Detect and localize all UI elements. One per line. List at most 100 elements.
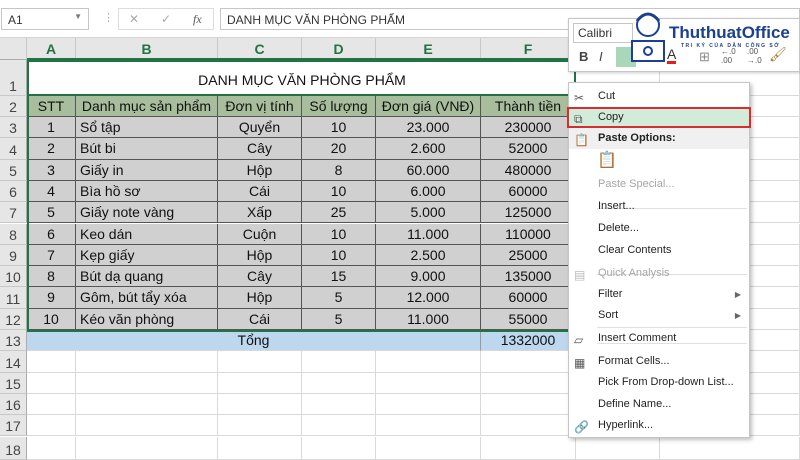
cell[interactable] — [302, 415, 376, 436]
row-header[interactable]: 15 — [0, 373, 27, 394]
cell[interactable] — [27, 415, 76, 436]
data-cell[interactable]: Bút bi — [76, 138, 218, 159]
cell[interactable] — [660, 437, 800, 460]
column-header[interactable]: D — [302, 38, 376, 60]
data-cell[interactable]: 230000 — [481, 117, 576, 138]
cell[interactable] — [481, 437, 576, 460]
data-cell[interactable]: 60.000 — [376, 160, 481, 181]
data-cell[interactable]: 10 — [302, 117, 376, 138]
data-cell[interactable]: 8 — [302, 160, 376, 181]
column-label-cell[interactable]: STT — [27, 96, 76, 117]
chevron-down-icon[interactable]: ▼ — [74, 12, 82, 21]
data-cell[interactable]: 60000 — [481, 181, 576, 202]
row-header[interactable]: 2 — [0, 96, 27, 117]
increase-decimal-icon[interactable]: ←.0.00 — [721, 47, 736, 65]
column-header[interactable]: E — [376, 38, 481, 60]
data-cell[interactable]: 52000 — [481, 138, 576, 159]
row-header[interactable]: 9 — [0, 245, 27, 266]
data-cell[interactable]: 1 — [27, 117, 76, 138]
cell[interactable] — [27, 437, 76, 460]
row-header[interactable]: 5 — [0, 160, 27, 181]
cell[interactable] — [302, 351, 376, 372]
row-header[interactable]: 13 — [0, 330, 27, 351]
cell[interactable] — [218, 351, 302, 372]
row-header[interactable]: 3 — [0, 117, 27, 138]
row-header[interactable]: 14 — [0, 351, 27, 372]
data-cell[interactable]: 480000 — [481, 160, 576, 181]
cell[interactable] — [302, 437, 376, 460]
data-cell[interactable]: Bìa hồ sơ — [76, 181, 218, 202]
cell[interactable] — [481, 415, 576, 436]
cell[interactable] — [76, 415, 218, 436]
cell[interactable] — [76, 373, 218, 394]
column-label-cell[interactable]: Đơn vị tính — [218, 96, 302, 117]
data-cell[interactable]: 12.000 — [376, 287, 481, 308]
row-header[interactable]: 11 — [0, 287, 27, 308]
data-cell[interactable]: 5 — [302, 287, 376, 308]
menu-item-define-name[interactable]: Define Name... — [569, 394, 749, 415]
menu-item-sort[interactable]: Sort▶ — [569, 305, 749, 326]
column-header[interactable]: B — [76, 38, 218, 60]
row-header[interactable]: 4 — [0, 138, 27, 159]
data-cell[interactable]: 8 — [27, 266, 76, 287]
select-all-corner[interactable] — [0, 38, 27, 60]
row-header[interactable]: 10 — [0, 266, 27, 287]
menu-item-clear-contents[interactable]: Clear Contents — [569, 240, 749, 261]
data-cell[interactable]: Kéo văn phòng — [76, 309, 218, 330]
data-cell[interactable]: Kẹp giấy — [76, 245, 218, 266]
cell[interactable] — [481, 351, 576, 372]
data-cell[interactable]: 5 — [27, 202, 76, 223]
decrease-decimal-icon[interactable]: .00→.0 — [747, 47, 762, 65]
data-cell[interactable]: Cái — [218, 181, 302, 202]
data-cell[interactable]: 11.000 — [376, 309, 481, 330]
menu-item-pick-from-drop-down-list[interactable]: Pick From Drop-down List... — [569, 372, 749, 393]
cell[interactable] — [218, 394, 302, 415]
data-cell[interactable]: 11.000 — [376, 224, 481, 245]
italic-button[interactable]: I — [599, 49, 603, 64]
data-cell[interactable]: Xấp — [218, 202, 302, 223]
data-cell[interactable]: 4 — [27, 181, 76, 202]
bold-button[interactable]: B — [579, 49, 588, 64]
data-cell[interactable]: Giấy in — [76, 160, 218, 181]
data-cell[interactable]: 2.600 — [376, 138, 481, 159]
data-cell[interactable]: 3 — [27, 160, 76, 181]
data-cell[interactable]: 15 — [302, 266, 376, 287]
data-cell[interactable]: Hộp — [218, 245, 302, 266]
cell[interactable] — [218, 373, 302, 394]
cell[interactable] — [376, 394, 481, 415]
row-header[interactable]: 6 — [0, 181, 27, 202]
drag-handle-icon[interactable]: ⋮ — [103, 11, 114, 24]
enter-icon[interactable]: ✓ — [161, 12, 171, 26]
data-cell[interactable]: 2.500 — [376, 245, 481, 266]
cell[interactable] — [302, 373, 376, 394]
menu-item-hyperlink[interactable]: Hyperlink...🔗 — [569, 415, 749, 436]
cell[interactable] — [76, 394, 218, 415]
menu-item-format-cells[interactable]: Format Cells...▦ — [569, 351, 749, 372]
data-cell[interactable]: Sổ tập — [76, 117, 218, 138]
menu-item-copy[interactable]: Copy⧉ — [567, 107, 751, 128]
data-cell[interactable]: 110000 — [481, 224, 576, 245]
cell[interactable] — [27, 351, 76, 372]
cell[interactable] — [76, 351, 218, 372]
cell[interactable] — [76, 437, 218, 460]
column-header[interactable]: C — [218, 38, 302, 60]
data-cell[interactable]: 6.000 — [376, 181, 481, 202]
cell[interactable] — [376, 437, 481, 460]
data-cell[interactable]: Cuộn — [218, 224, 302, 245]
data-cell[interactable]: Giấy note vàng — [76, 202, 218, 223]
function-icon[interactable]: fx — [193, 12, 202, 27]
data-cell[interactable]: Bút dạ quang — [76, 266, 218, 287]
column-label-cell[interactable]: Đơn giá (VNĐ) — [376, 96, 481, 117]
total-value-cell[interactable]: 1332000 — [481, 330, 576, 351]
data-cell[interactable]: Quyển — [218, 117, 302, 138]
data-cell[interactable]: 10 — [27, 309, 76, 330]
total-label-cell[interactable]: Tổng — [27, 330, 481, 351]
name-box[interactable]: A1▼ — [1, 8, 89, 30]
row-header[interactable]: 17 — [0, 415, 27, 436]
cell[interactable] — [376, 415, 481, 436]
cell[interactable] — [302, 394, 376, 415]
cell[interactable] — [218, 437, 302, 460]
row-header[interactable]: 16 — [0, 394, 27, 415]
cell[interactable] — [576, 437, 660, 460]
data-cell[interactable]: 10 — [302, 224, 376, 245]
